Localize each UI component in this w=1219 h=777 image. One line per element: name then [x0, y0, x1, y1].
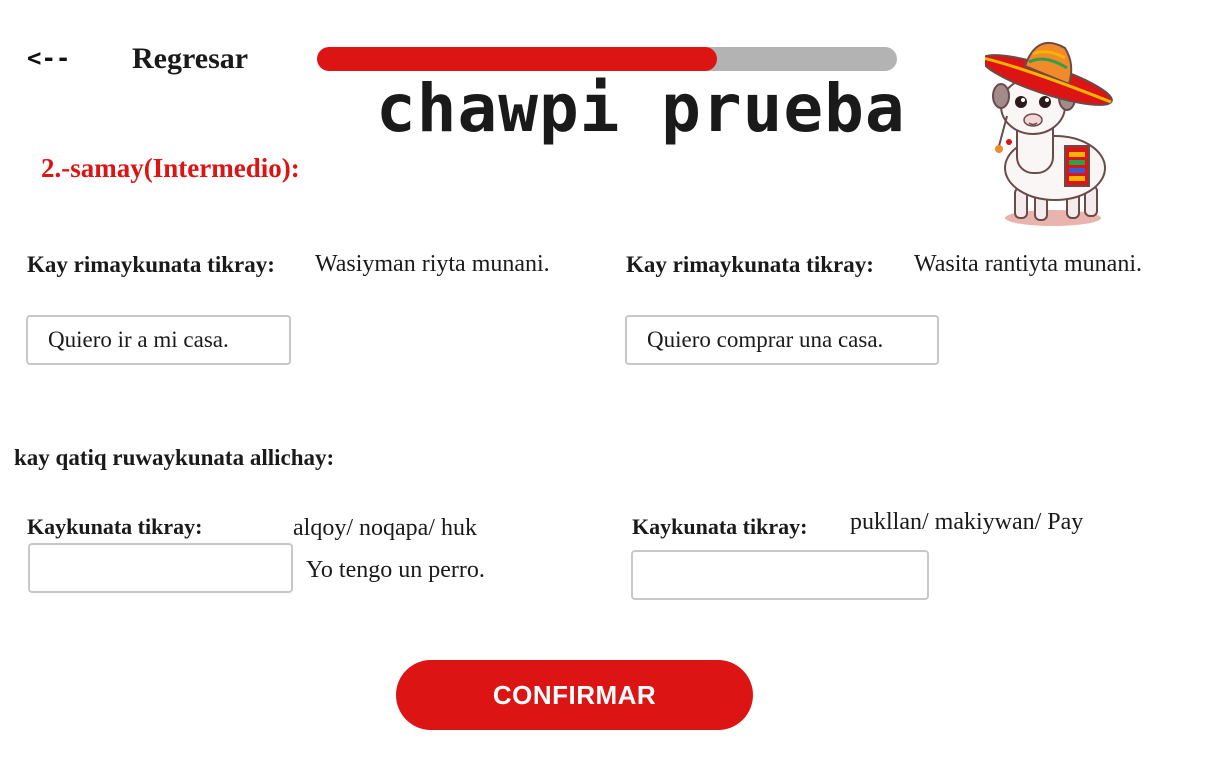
complete-heading: kay qatiq ruwaykunata allichay:: [14, 445, 335, 470]
page-title: chawpi prueba: [376, 70, 906, 147]
confirm-button[interactable]: CONFIRMAR: [396, 660, 753, 730]
back-arrow-icon[interactable]: <--: [27, 44, 70, 72]
complete-instruction: Kaykunata tikray:: [632, 514, 808, 539]
translate-instruction: Kay rimaykunata tikray:: [27, 252, 275, 277]
word-bank: alqoy/ noqapa/ huk: [293, 515, 477, 541]
translate-phrase: Wasita rantiyta munani.: [914, 251, 1142, 277]
llama-with-sombrero-icon: [981, 28, 1125, 230]
back-button[interactable]: Regresar: [132, 42, 248, 76]
sentence-input[interactable]: [631, 550, 929, 600]
complete-instruction: Kaykunata tikray:: [27, 514, 203, 539]
translate-instruction: Kay rimaykunata tikray:: [626, 252, 874, 277]
translate-phrase: Wasiyman riyta munani.: [315, 251, 550, 277]
progress-fill: [317, 47, 718, 71]
word-bank: pukllan/ makiywan/ Pay: [850, 509, 1084, 535]
translate-answer-field[interactable]: Quiero ir a mi casa.: [26, 315, 291, 365]
section-title: 2.-samay(Intermedio):: [41, 153, 300, 183]
progress-bar: [317, 47, 897, 71]
sentence-input[interactable]: [28, 543, 293, 593]
translate-answer-field[interactable]: Quiero comprar una casa.: [625, 315, 939, 365]
translation-hint: Yo tengo un perro.: [306, 557, 485, 583]
